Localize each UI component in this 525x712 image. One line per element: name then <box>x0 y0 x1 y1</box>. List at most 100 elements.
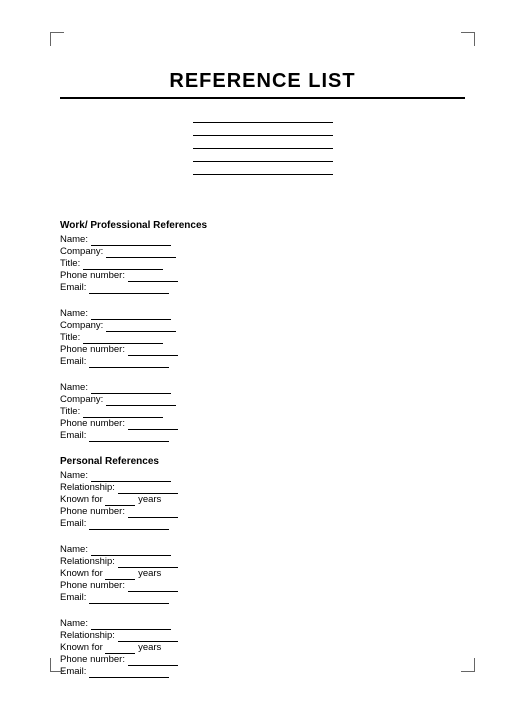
field-phone: Phone number: <box>60 506 465 518</box>
label-phone: Phone number: <box>60 270 125 281</box>
label-company: Company: <box>60 320 103 331</box>
work-section-heading: Work/ Professional References <box>60 220 465 231</box>
page-content: REFERENCE LIST Work/ Professional Refere… <box>0 0 525 712</box>
label-email: Email: <box>60 282 86 293</box>
work-reference-block: Name: Company: Title: Phone number: Emai… <box>60 308 465 368</box>
label-phone: Phone number: <box>60 654 125 665</box>
label-email: Email: <box>60 356 86 367</box>
label-company: Company: <box>60 394 103 405</box>
label-email: Email: <box>60 592 86 603</box>
blank-line <box>128 273 178 282</box>
field-email: Email: <box>60 282 465 294</box>
field-name: Name: <box>60 382 465 394</box>
header-line <box>193 139 333 149</box>
label-relationship: Relationship: <box>60 630 115 641</box>
crop-mark-tl <box>50 32 64 46</box>
blank-line <box>89 359 169 368</box>
field-email: Email: <box>60 356 465 368</box>
field-name: Name: <box>60 618 465 630</box>
blank-line <box>91 473 171 482</box>
field-relationship: Relationship: <box>60 482 465 494</box>
label-phone: Phone number: <box>60 506 125 517</box>
header-blank-lines <box>60 113 465 175</box>
blank-line <box>128 421 178 430</box>
label-known-for: Known for <box>60 494 103 505</box>
label-name: Name: <box>60 470 88 481</box>
personal-section-heading: Personal References <box>60 456 465 467</box>
label-email: Email: <box>60 518 86 529</box>
label-title: Title: <box>60 258 80 269</box>
label-email: Email: <box>60 430 86 441</box>
blank-line <box>106 397 176 406</box>
field-phone: Phone number: <box>60 580 465 592</box>
blank-line <box>106 323 176 332</box>
header-line <box>193 165 333 175</box>
field-known-for: Known for years <box>60 642 465 654</box>
blank-line <box>91 547 171 556</box>
label-relationship: Relationship: <box>60 556 115 567</box>
blank-line <box>128 509 178 518</box>
crop-mark-tr <box>461 32 475 46</box>
field-email: Email: <box>60 592 465 604</box>
field-relationship: Relationship: <box>60 630 465 642</box>
blank-line <box>128 657 178 666</box>
blank-line <box>91 237 171 246</box>
field-email: Email: <box>60 430 465 442</box>
blank-line <box>91 385 171 394</box>
header-line <box>193 126 333 136</box>
field-name: Name: <box>60 470 465 482</box>
label-name: Name: <box>60 544 88 555</box>
label-phone: Phone number: <box>60 344 125 355</box>
blank-line <box>89 669 169 678</box>
blank-line <box>128 347 178 356</box>
blank-line <box>105 497 135 506</box>
label-relationship: Relationship: <box>60 482 115 493</box>
label-years: years <box>138 642 161 653</box>
field-name: Name: <box>60 308 465 320</box>
blank-line <box>91 621 171 630</box>
field-known-for: Known for years <box>60 494 465 506</box>
label-title: Title: <box>60 406 80 417</box>
work-reference-block: Name: Company: Title: Phone number: Emai… <box>60 382 465 442</box>
field-phone: Phone number: <box>60 654 465 666</box>
label-name: Name: <box>60 618 88 629</box>
field-title: Title: <box>60 406 465 418</box>
blank-line <box>83 409 163 418</box>
blank-line <box>83 261 163 270</box>
field-company: Company: <box>60 320 465 332</box>
label-years: years <box>138 568 161 579</box>
label-name: Name: <box>60 382 88 393</box>
blank-line <box>89 521 169 530</box>
work-reference-block: Name: Company: Title: Phone number: Emai… <box>60 234 465 294</box>
blank-line <box>106 249 176 258</box>
personal-reference-block: Name: Relationship: Known for years Phon… <box>60 618 465 678</box>
crop-mark-bl <box>50 658 64 672</box>
blank-line <box>118 633 178 642</box>
blank-line <box>89 433 169 442</box>
blank-line <box>128 583 178 592</box>
label-name: Name: <box>60 308 88 319</box>
label-title: Title: <box>60 332 80 343</box>
personal-reference-block: Name: Relationship: Known for years Phon… <box>60 470 465 530</box>
blank-line <box>89 595 169 604</box>
personal-reference-block: Name: Relationship: Known for years Phon… <box>60 544 465 604</box>
field-email: Email: <box>60 666 465 678</box>
field-relationship: Relationship: <box>60 556 465 568</box>
label-name: Name: <box>60 234 88 245</box>
field-company: Company: <box>60 246 465 258</box>
page-title: REFERENCE LIST <box>60 70 465 99</box>
blank-line <box>118 559 178 568</box>
blank-line <box>91 311 171 320</box>
blank-line <box>118 485 178 494</box>
label-phone: Phone number: <box>60 418 125 429</box>
field-email: Email: <box>60 518 465 530</box>
blank-line <box>105 645 135 654</box>
label-known-for: Known for <box>60 642 103 653</box>
field-name: Name: <box>60 234 465 246</box>
field-phone: Phone number: <box>60 344 465 356</box>
label-company: Company: <box>60 246 103 257</box>
field-phone: Phone number: <box>60 270 465 282</box>
header-line <box>193 152 333 162</box>
field-phone: Phone number: <box>60 418 465 430</box>
blank-line <box>105 571 135 580</box>
